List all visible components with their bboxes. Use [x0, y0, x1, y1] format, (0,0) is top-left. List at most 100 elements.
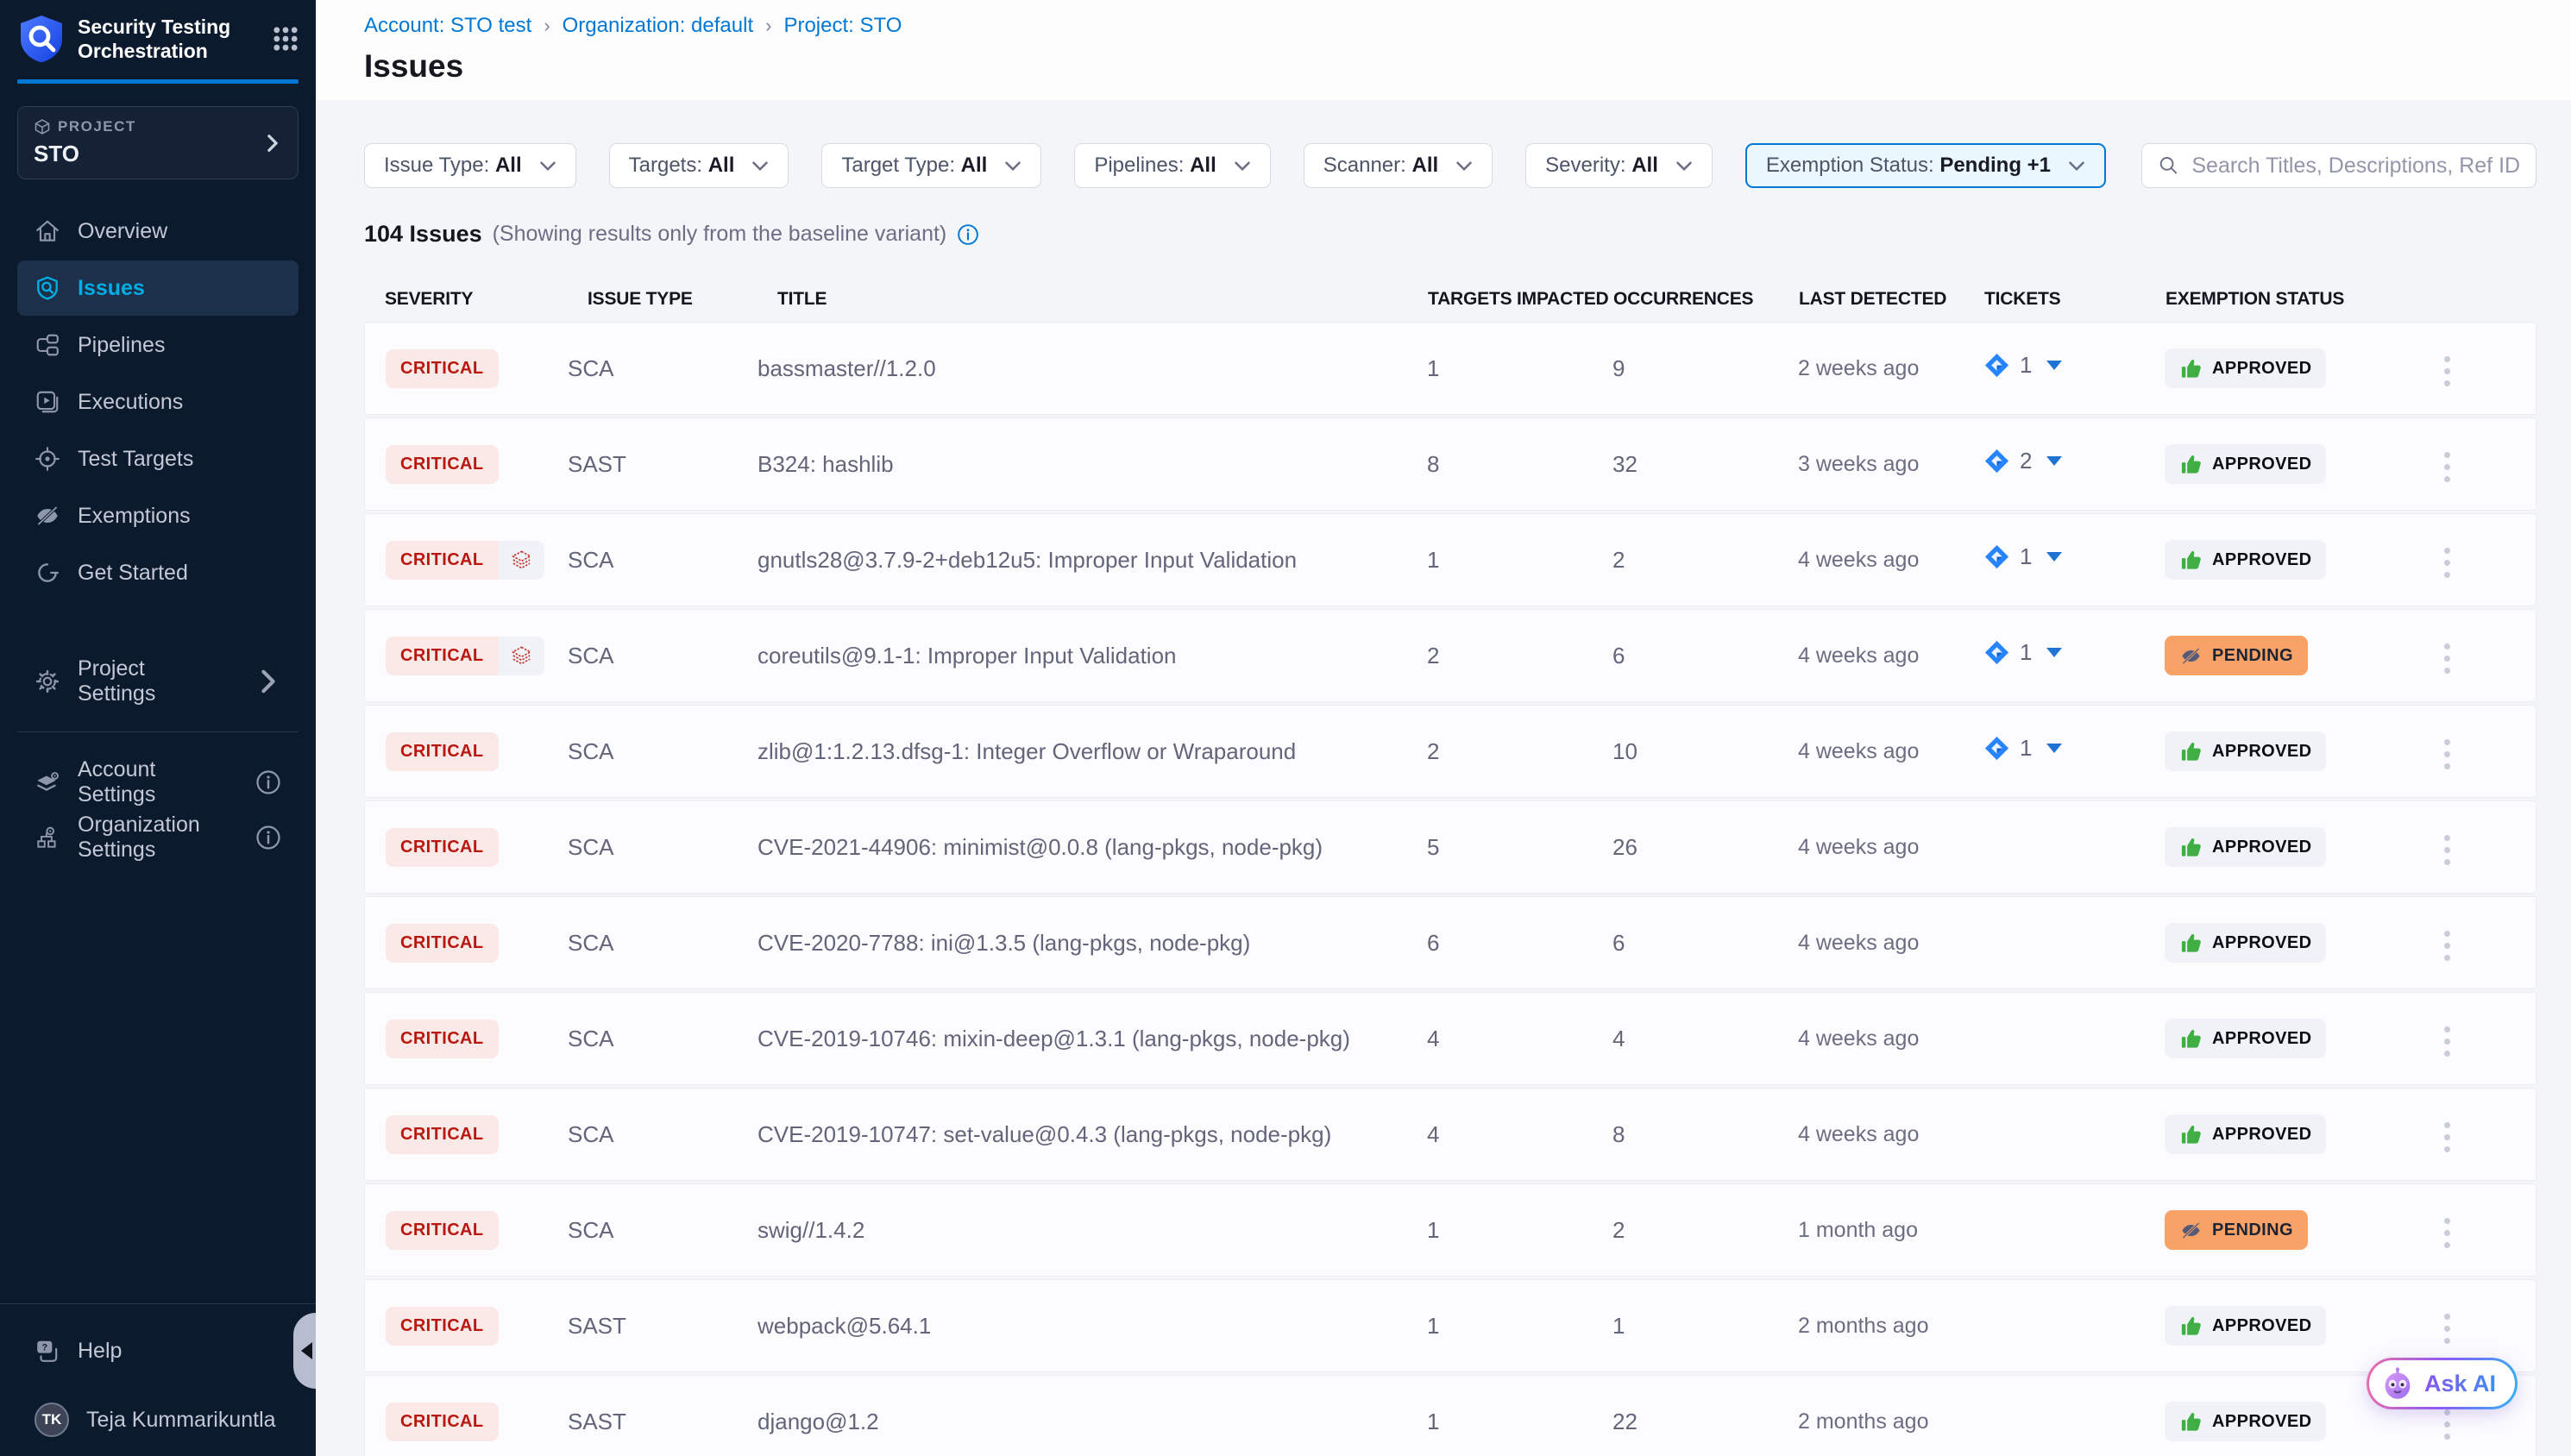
row-menu-button[interactable]: [2432, 539, 2462, 587]
filter-severity[interactable]: Severity: All: [1525, 143, 1713, 188]
sidebar-item-get-started[interactable]: Get Started: [17, 545, 299, 600]
issue-title[interactable]: CVE-2019-10746: mixin-deep@1.3.1 (lang-p…: [757, 1026, 1427, 1052]
search-input[interactable]: [2191, 154, 2520, 179]
table-row[interactable]: CRITICAL SCA CVE-2019-10747: set-value@0…: [364, 1088, 2536, 1181]
filter-scanner[interactable]: Scanner: All: [1304, 143, 1493, 188]
last-detected-value: 4 weeks ago: [1798, 1122, 1983, 1147]
row-menu-button[interactable]: [2432, 348, 2462, 395]
occurrences-value: 2: [1612, 547, 1798, 574]
table-row[interactable]: CRITICAL SCA gnutls28@3.7.9-2+deb12u5: I…: [364, 513, 2536, 606]
filter-targets[interactable]: Targets: All: [609, 143, 789, 188]
issue-title[interactable]: coreutils@9.1-1: Improper Input Validati…: [757, 643, 1427, 669]
row-menu-button[interactable]: [2432, 1305, 2462, 1352]
ask-ai-button[interactable]: Ask AI: [2367, 1358, 2518, 1409]
table-row[interactable]: CRITICAL SCA bassmaster//1.2.0 1 9 2 wee…: [364, 322, 2536, 415]
grouped-issues-icon: [499, 637, 544, 675]
table-row[interactable]: CRITICAL SAST django@1.2 1 22 2 months a…: [364, 1375, 2536, 1456]
row-menu-button[interactable]: [2432, 731, 2462, 778]
issue-title[interactable]: gnutls28@3.7.9-2+deb12u5: Improper Input…: [757, 547, 1427, 574]
exemption-status-badge: PENDING: [2165, 636, 2308, 675]
sidebar-collapse-handle[interactable]: [293, 1313, 316, 1389]
col-tickets: TICKETS: [1984, 289, 2166, 310]
exemption-status-label: APPROVED: [2212, 550, 2311, 570]
filter-pipelines[interactable]: Pipelines: All: [1074, 143, 1270, 188]
issue-title[interactable]: CVE-2019-10747: set-value@0.4.3 (lang-pk…: [757, 1121, 1427, 1148]
info-icon[interactable]: [255, 769, 281, 795]
issue-type: SCA: [568, 547, 757, 574]
table-row[interactable]: CRITICAL SCA CVE-2019-10746: mixin-deep@…: [364, 992, 2536, 1085]
chevron-down-icon: [751, 160, 769, 172]
row-menu-button[interactable]: [2432, 1209, 2462, 1257]
sidebar-item-overview[interactable]: Overview: [17, 204, 299, 259]
table-row[interactable]: CRITICAL SCA CVE-2020-7788: ini@1.3.5 (l…: [364, 896, 2536, 989]
severity-cell: CRITICAL: [386, 349, 568, 388]
sidebar-item-pipelines[interactable]: Pipelines: [17, 317, 299, 373]
issue-title[interactable]: bassmaster//1.2.0: [757, 355, 1427, 382]
ticket-count: 1: [2020, 735, 2032, 762]
sidebar-item-test-targets[interactable]: Test Targets: [17, 431, 299, 486]
thumbs-up-icon: [2179, 1410, 2203, 1434]
targets-impacted-value: 1: [1427, 1313, 1612, 1340]
row-menu-button[interactable]: [2432, 1114, 2462, 1161]
exemption-status-label: APPROVED: [2212, 455, 2311, 474]
severity-cell: CRITICAL: [386, 828, 568, 867]
breadcrumb-project[interactable]: Project: STO: [783, 14, 902, 38]
issue-type: SAST: [568, 1313, 757, 1340]
table-row[interactable]: CRITICAL SCA coreutils@9.1-1: Improper I…: [364, 609, 2536, 702]
sidebar-item-project-settings[interactable]: Project Settings: [17, 654, 299, 709]
row-menu-button[interactable]: [2432, 635, 2462, 682]
col-severity: SEVERITY: [385, 289, 588, 310]
sidebar-item-organization-settings[interactable]: Organization Settings: [17, 810, 299, 865]
issue-title[interactable]: CVE-2020-7788: ini@1.3.5 (lang-pkgs, nod…: [757, 930, 1427, 957]
targets-impacted-value: 6: [1427, 930, 1612, 957]
app-header: Security Testing Orchestration: [0, 0, 316, 76]
table-row[interactable]: CRITICAL SCA CVE-2021-44906: minimist@0.…: [364, 800, 2536, 894]
sidebar-nav: Overview Issues Pipelines Exe: [0, 204, 316, 600]
severity-cell: CRITICAL: [386, 924, 568, 963]
severity-badge: CRITICAL: [386, 445, 499, 484]
table-row[interactable]: CRITICAL SCA swig//1.4.2 1 2 1 month ago: [364, 1183, 2536, 1277]
module-grid-icon[interactable]: [271, 24, 300, 53]
table-row[interactable]: CRITICAL SAST webpack@5.64.1 1 1 2 month…: [364, 1279, 2536, 1372]
exemption-status-label: APPROVED: [2212, 1316, 2311, 1336]
ticket-dropdown[interactable]: 1: [1983, 352, 2062, 379]
sidebar-item-executions[interactable]: Executions: [17, 374, 299, 430]
issue-title[interactable]: CVE-2021-44906: minimist@0.0.8 (lang-pkg…: [757, 834, 1427, 861]
severity-badge: CRITICAL: [386, 637, 544, 675]
filter-target-type[interactable]: Target Type: All: [821, 143, 1041, 188]
ticket-dropdown[interactable]: 1: [1983, 543, 2062, 570]
ticket-dropdown[interactable]: 2: [1983, 448, 2062, 474]
col-last-detected: LAST DETECTED: [1799, 289, 1984, 310]
sidebar-item-issues[interactable]: Issues: [17, 260, 299, 316]
project-selector[interactable]: PROJECT STO: [17, 106, 299, 179]
info-icon[interactable]: [255, 825, 281, 850]
filter-issue-type[interactable]: Issue Type: All: [364, 143, 576, 188]
row-menu-button[interactable]: [2432, 443, 2462, 491]
help-button[interactable]: ? Help: [17, 1323, 299, 1378]
sidebar-item-account-settings[interactable]: Account Settings: [17, 755, 299, 810]
breadcrumb-organization[interactable]: Organization: default: [563, 14, 753, 38]
ticket-dropdown[interactable]: 1: [1983, 735, 2062, 762]
issue-title[interactable]: B324: hashlib: [757, 451, 1427, 478]
user-menu[interactable]: TK Teja Kummarikuntla: [17, 1392, 299, 1447]
exemption-status-label: APPROVED: [2212, 359, 2311, 379]
row-menu-button[interactable]: [2432, 922, 2462, 970]
thumbs-up-icon: [2179, 453, 2203, 476]
thumbs-up-icon: [2179, 740, 2203, 763]
ticket-dropdown[interactable]: 1: [1983, 639, 2062, 666]
sidebar-item-exemptions[interactable]: Exemptions: [17, 488, 299, 543]
row-menu-button[interactable]: [2432, 1018, 2462, 1065]
row-menu-button[interactable]: [2432, 826, 2462, 874]
issue-title[interactable]: django@1.2: [757, 1409, 1427, 1435]
info-icon[interactable]: [957, 223, 979, 246]
issue-title[interactable]: webpack@5.64.1: [757, 1313, 1427, 1340]
severity-badge: CRITICAL: [386, 1307, 499, 1346]
breadcrumb-account[interactable]: Account: STO test: [364, 14, 531, 38]
issue-title[interactable]: swig//1.4.2: [757, 1217, 1427, 1244]
issue-title[interactable]: zlib@1:1.2.13.dfsg-1: Integer Overflow o…: [757, 738, 1427, 765]
table-row[interactable]: CRITICAL SCA zlib@1:1.2.13.dfsg-1: Integ…: [364, 705, 2536, 798]
tickets-cell: 1: [1983, 352, 2165, 385]
breadcrumb-separator: ›: [544, 15, 550, 37]
table-row[interactable]: CRITICAL SAST B324: hashlib 8 32 3 weeks…: [364, 417, 2536, 511]
filter-exemption-status[interactable]: Exemption Status: Pending +1: [1745, 143, 2106, 188]
